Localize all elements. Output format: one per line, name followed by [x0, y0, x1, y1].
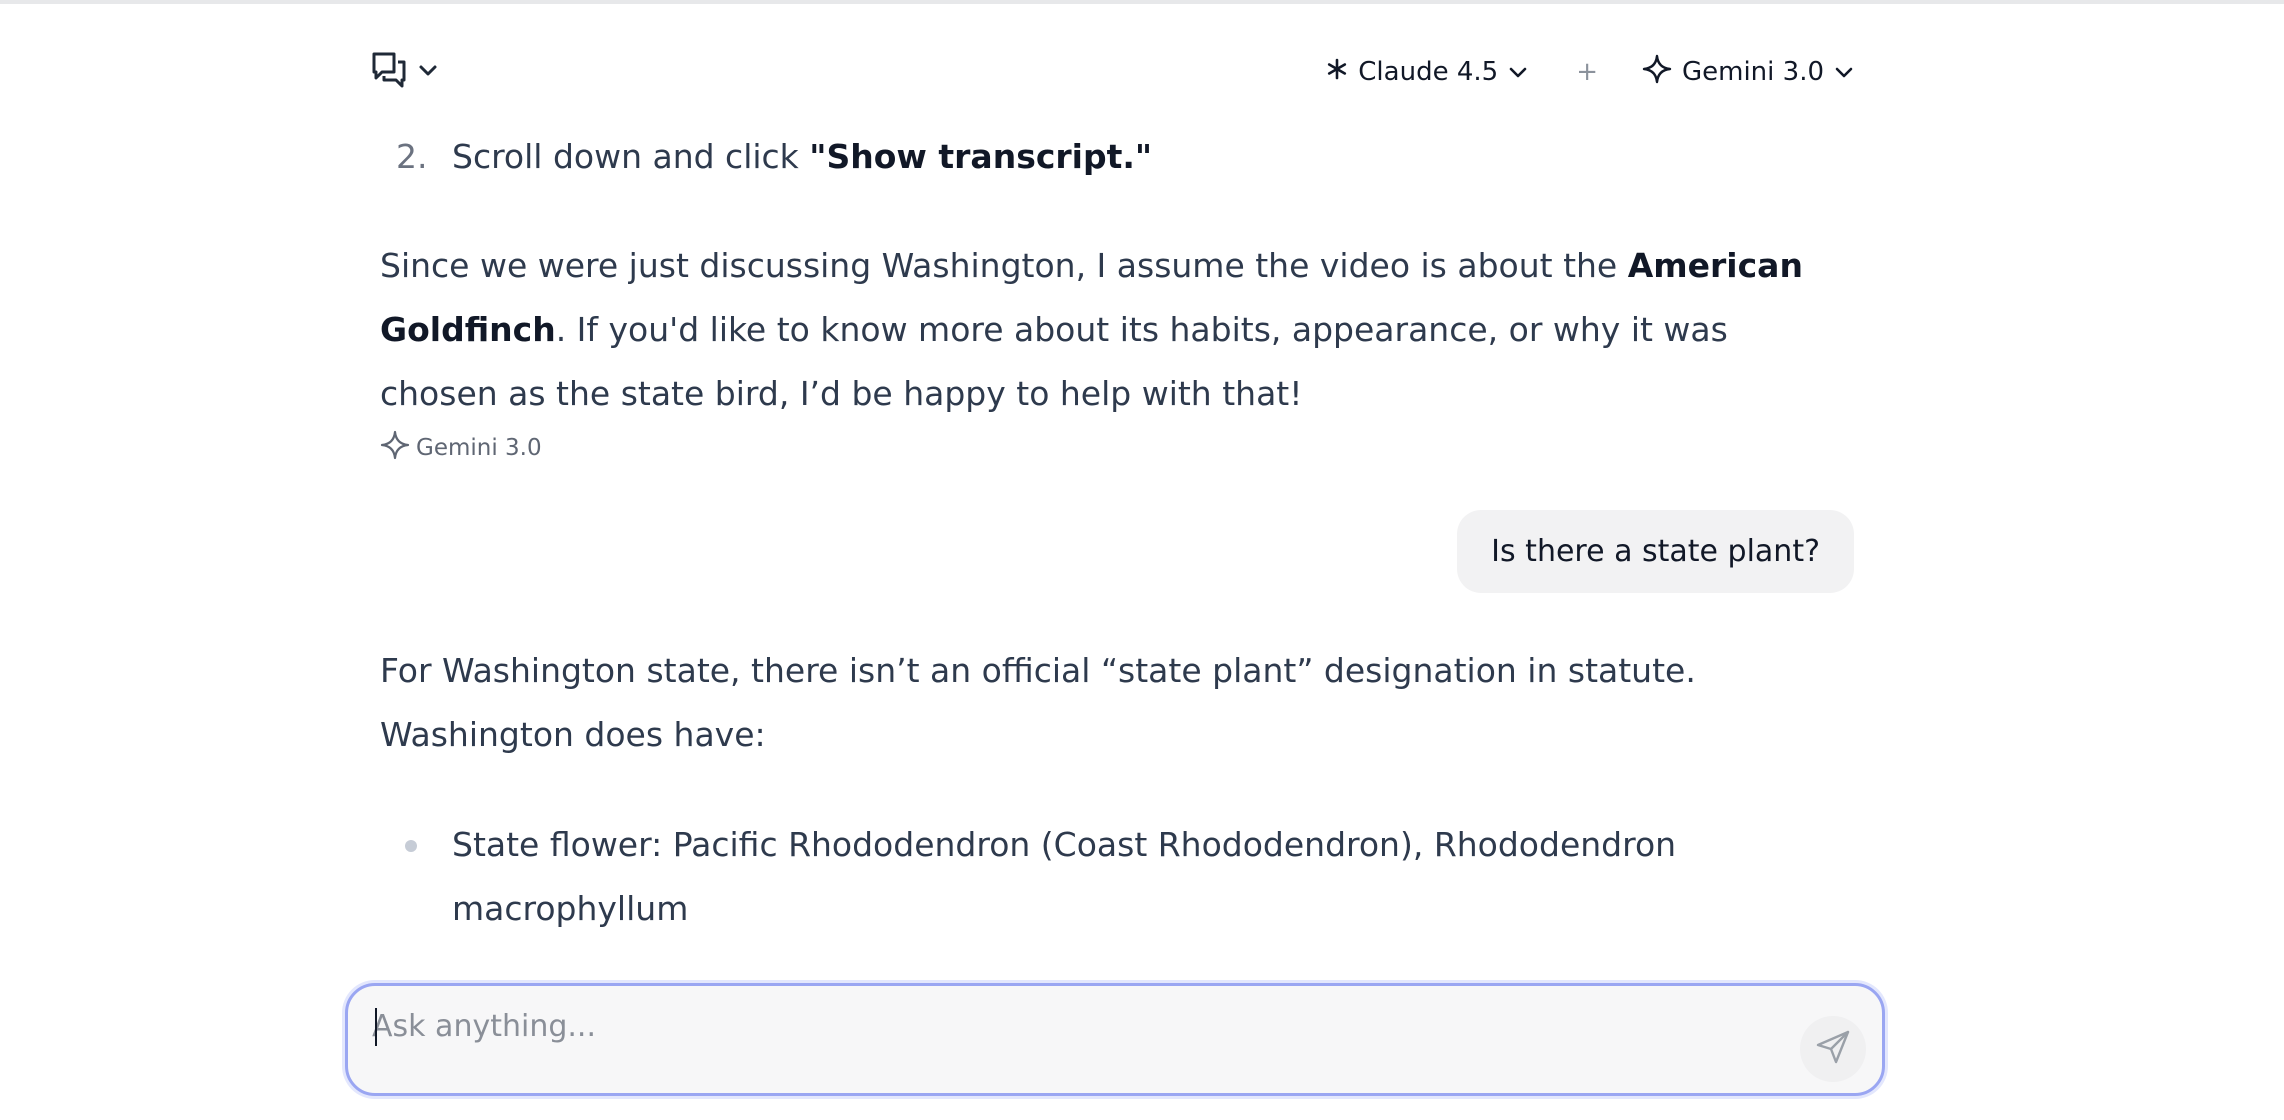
chevron-down-icon — [1508, 57, 1528, 87]
chevron-down-icon — [1834, 57, 1854, 87]
list-item: State flower: Pacific Rhododendron (Coas… — [380, 813, 1780, 941]
top-divider — [0, 0, 2284, 4]
model-selector-bar: Claude 4.5 + Gemini 3.0 — [1326, 52, 1854, 92]
chat-header: Claude 4.5 + Gemini 3.0 — [370, 40, 1854, 104]
message-input[interactable] — [372, 1004, 1772, 1048]
user-message-bubble: Is there a state plant? — [1457, 510, 1854, 593]
send-button[interactable] — [1800, 1016, 1866, 1082]
text-caret — [375, 1008, 377, 1046]
list-item-text: State flower: Pacific Rhododendron (Coas… — [452, 825, 1677, 928]
chat-bubbles-icon — [370, 50, 408, 94]
model-selector-claude[interactable]: Claude 4.5 — [1326, 57, 1528, 87]
conversation: 2. Scroll down and click "Show transcrip… — [380, 126, 1854, 941]
step-text: Scroll down and click — [452, 137, 810, 176]
attribution-label: Gemini 3.0 — [416, 435, 542, 461]
paragraph-text: . If you'd like to know more about its h… — [380, 310, 1728, 413]
message-composer[interactable] — [345, 983, 1885, 1096]
list-number: 2. — [396, 137, 428, 176]
model-label-gemini: Gemini 3.0 — [1681, 57, 1824, 87]
assistant-paragraph: Since we were just discussing Washington… — [380, 234, 1850, 426]
bullet-dot — [405, 840, 417, 852]
model-selector-gemini[interactable]: Gemini 3.0 — [1642, 54, 1854, 91]
add-model-button[interactable]: + — [1576, 57, 1598, 87]
paragraph-text: Since we were just discussing Washington… — [380, 246, 1628, 285]
send-icon — [1814, 1028, 1852, 1070]
sparkle-icon — [1642, 54, 1672, 91]
sparkle-icon — [380, 430, 410, 466]
chat-switcher-button[interactable] — [370, 50, 438, 94]
assistant-paragraph: For Washington state, there isn’t an off… — [380, 651, 1696, 754]
model-attribution: Gemini 3.0 — [380, 430, 1854, 466]
bullet-list: State flower: Pacific Rhododendron (Coas… — [380, 813, 1854, 941]
step-bold-text: "Show transcript." — [809, 137, 1153, 176]
footer-peek — [0, 1112, 2284, 1120]
asterisk-icon — [1326, 57, 1348, 87]
list-item: 2. Scroll down and click "Show transcrip… — [380, 126, 1854, 188]
user-message-row: Is there a state plant? — [380, 510, 1854, 593]
model-label-claude: Claude 4.5 — [1358, 57, 1499, 87]
chevron-down-icon — [418, 63, 438, 82]
